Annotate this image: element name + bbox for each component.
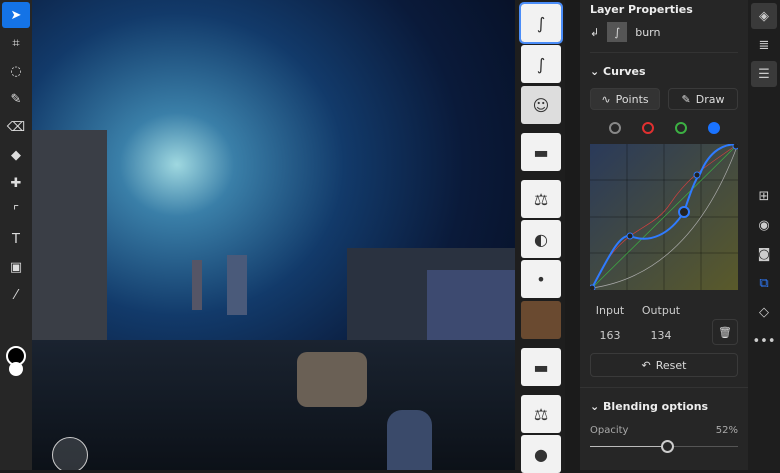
blending-label: Blending options — [603, 400, 709, 413]
layer-thumb-mask[interactable]: • — [521, 260, 561, 298]
clip-icon: ↲ — [590, 25, 600, 39]
channel-blue[interactable] — [707, 122, 720, 134]
channel-red[interactable] — [641, 122, 654, 134]
layer-details-icon[interactable]: ≣ — [751, 32, 777, 58]
add-layer-icon[interactable]: ⊞ — [751, 183, 777, 209]
fx-icon[interactable]: ◇ — [751, 299, 777, 325]
curves-thumb-icon: ∫ — [607, 22, 628, 42]
trash-icon: 🗑 — [718, 325, 732, 339]
fill-tool[interactable]: ◆ — [2, 142, 30, 168]
curves-section-toggle[interactable]: ⌄ Curves — [590, 65, 738, 78]
skyline — [192, 260, 202, 310]
crop-tool[interactable]: ⌜ — [2, 198, 30, 224]
layers-icon[interactable]: ◈ — [751, 3, 777, 29]
input-value[interactable]: 163 — [590, 329, 630, 342]
delete-point-button[interactable]: 🗑 — [712, 319, 738, 345]
reset-icon: ↶ — [641, 358, 651, 372]
panel-title: Layer Properties — [590, 3, 693, 16]
boy — [387, 410, 432, 470]
points-button[interactable]: ∿ Points — [590, 88, 660, 110]
layer-thumb-photo[interactable] — [521, 301, 561, 339]
pencil-icon: ✎ — [681, 92, 691, 106]
layer-thumb-balance[interactable]: ⚖ — [521, 180, 561, 218]
visibility-icon[interactable]: ◉ — [751, 212, 777, 238]
document-canvas[interactable] — [32, 0, 515, 470]
layer-thumb-mask[interactable]: ● — [521, 435, 561, 473]
opacity-label: Opacity — [590, 425, 629, 436]
healing-tool[interactable]: ✚ — [2, 170, 30, 196]
touch-shortcut[interactable] — [52, 437, 88, 470]
output-label: Output — [641, 304, 681, 317]
layer-thumb-brightness[interactable]: ◐ — [521, 220, 561, 258]
transform-tool[interactable]: ⌗ — [2, 30, 30, 56]
draw-button[interactable]: ✎ Draw — [668, 88, 738, 110]
adjustments-icon[interactable]: ☰ — [751, 61, 777, 87]
move-tool[interactable]: ➤ — [2, 2, 30, 28]
blending-section-toggle[interactable]: ⌄ Blending options — [580, 387, 748, 413]
tool-bar: ➤ ⌗ ◌ ✎ ⌫ ◆ ✚ ⌜ T ▣ ⁄ — [0, 0, 32, 470]
curves-graph[interactable] — [588, 142, 740, 292]
eraser-tool[interactable]: ⌫ — [2, 114, 30, 140]
reset-button[interactable]: ↶ Reset — [590, 353, 738, 377]
points-label: Points — [615, 92, 649, 106]
mask-icon[interactable]: ◙ — [751, 241, 777, 267]
building — [32, 130, 107, 360]
layer-thumb-mask[interactable]: ▬ — [521, 133, 561, 171]
layer-thumb-mask[interactable]: ▬ — [521, 348, 561, 386]
street — [32, 340, 515, 470]
channel-green[interactable] — [674, 122, 687, 134]
eyedropper-tool[interactable]: ⁄ — [2, 282, 30, 308]
opacity-value: 52% — [715, 425, 738, 436]
channel-rgb[interactable] — [608, 122, 621, 134]
image-tool[interactable]: ▣ — [2, 254, 30, 280]
input-label: Input — [595, 304, 625, 317]
properties-panel: Layer Properties ↲ ∫ burn ⌄ Curves ∿ Poin… — [580, 0, 748, 470]
right-rail: ◈ ≣ ☰ ⊞ ◉ ◙ ⧉ ◇ ••• — [748, 0, 780, 470]
layer-name: burn — [635, 25, 661, 39]
reset-label: Reset — [655, 358, 687, 372]
brush-tool[interactable]: ✎ — [2, 86, 30, 112]
layer-thumb-curves[interactable]: ∫ — [521, 45, 561, 83]
car — [297, 352, 367, 407]
secondary-color[interactable] — [9, 362, 23, 376]
lasso-tool[interactable]: ◌ — [2, 58, 30, 84]
curves-label: Curves — [603, 65, 646, 78]
layer-thumb-balance[interactable]: ⚖ — [521, 395, 561, 433]
opacity-slider[interactable] — [590, 438, 738, 454]
type-tool[interactable]: T — [2, 226, 30, 252]
layer-thumb-curves[interactable]: ∫ — [519, 2, 563, 44]
output-value[interactable]: 134 — [636, 329, 686, 342]
points-icon: ∿ — [601, 92, 611, 106]
skyline — [227, 255, 247, 315]
opacity-slider-handle[interactable] — [660, 440, 674, 453]
draw-label: Draw — [695, 92, 725, 106]
more-icon[interactable]: ••• — [751, 328, 777, 354]
layer-thumb-photo[interactable]: ☺ — [521, 86, 561, 124]
layers-strip: ∫ ∫ ☺ ▬ ⚖ ◐ • ▬ ⚖ ● — [515, 0, 565, 473]
clipping-mask-icon[interactable]: ⧉ — [751, 270, 777, 296]
